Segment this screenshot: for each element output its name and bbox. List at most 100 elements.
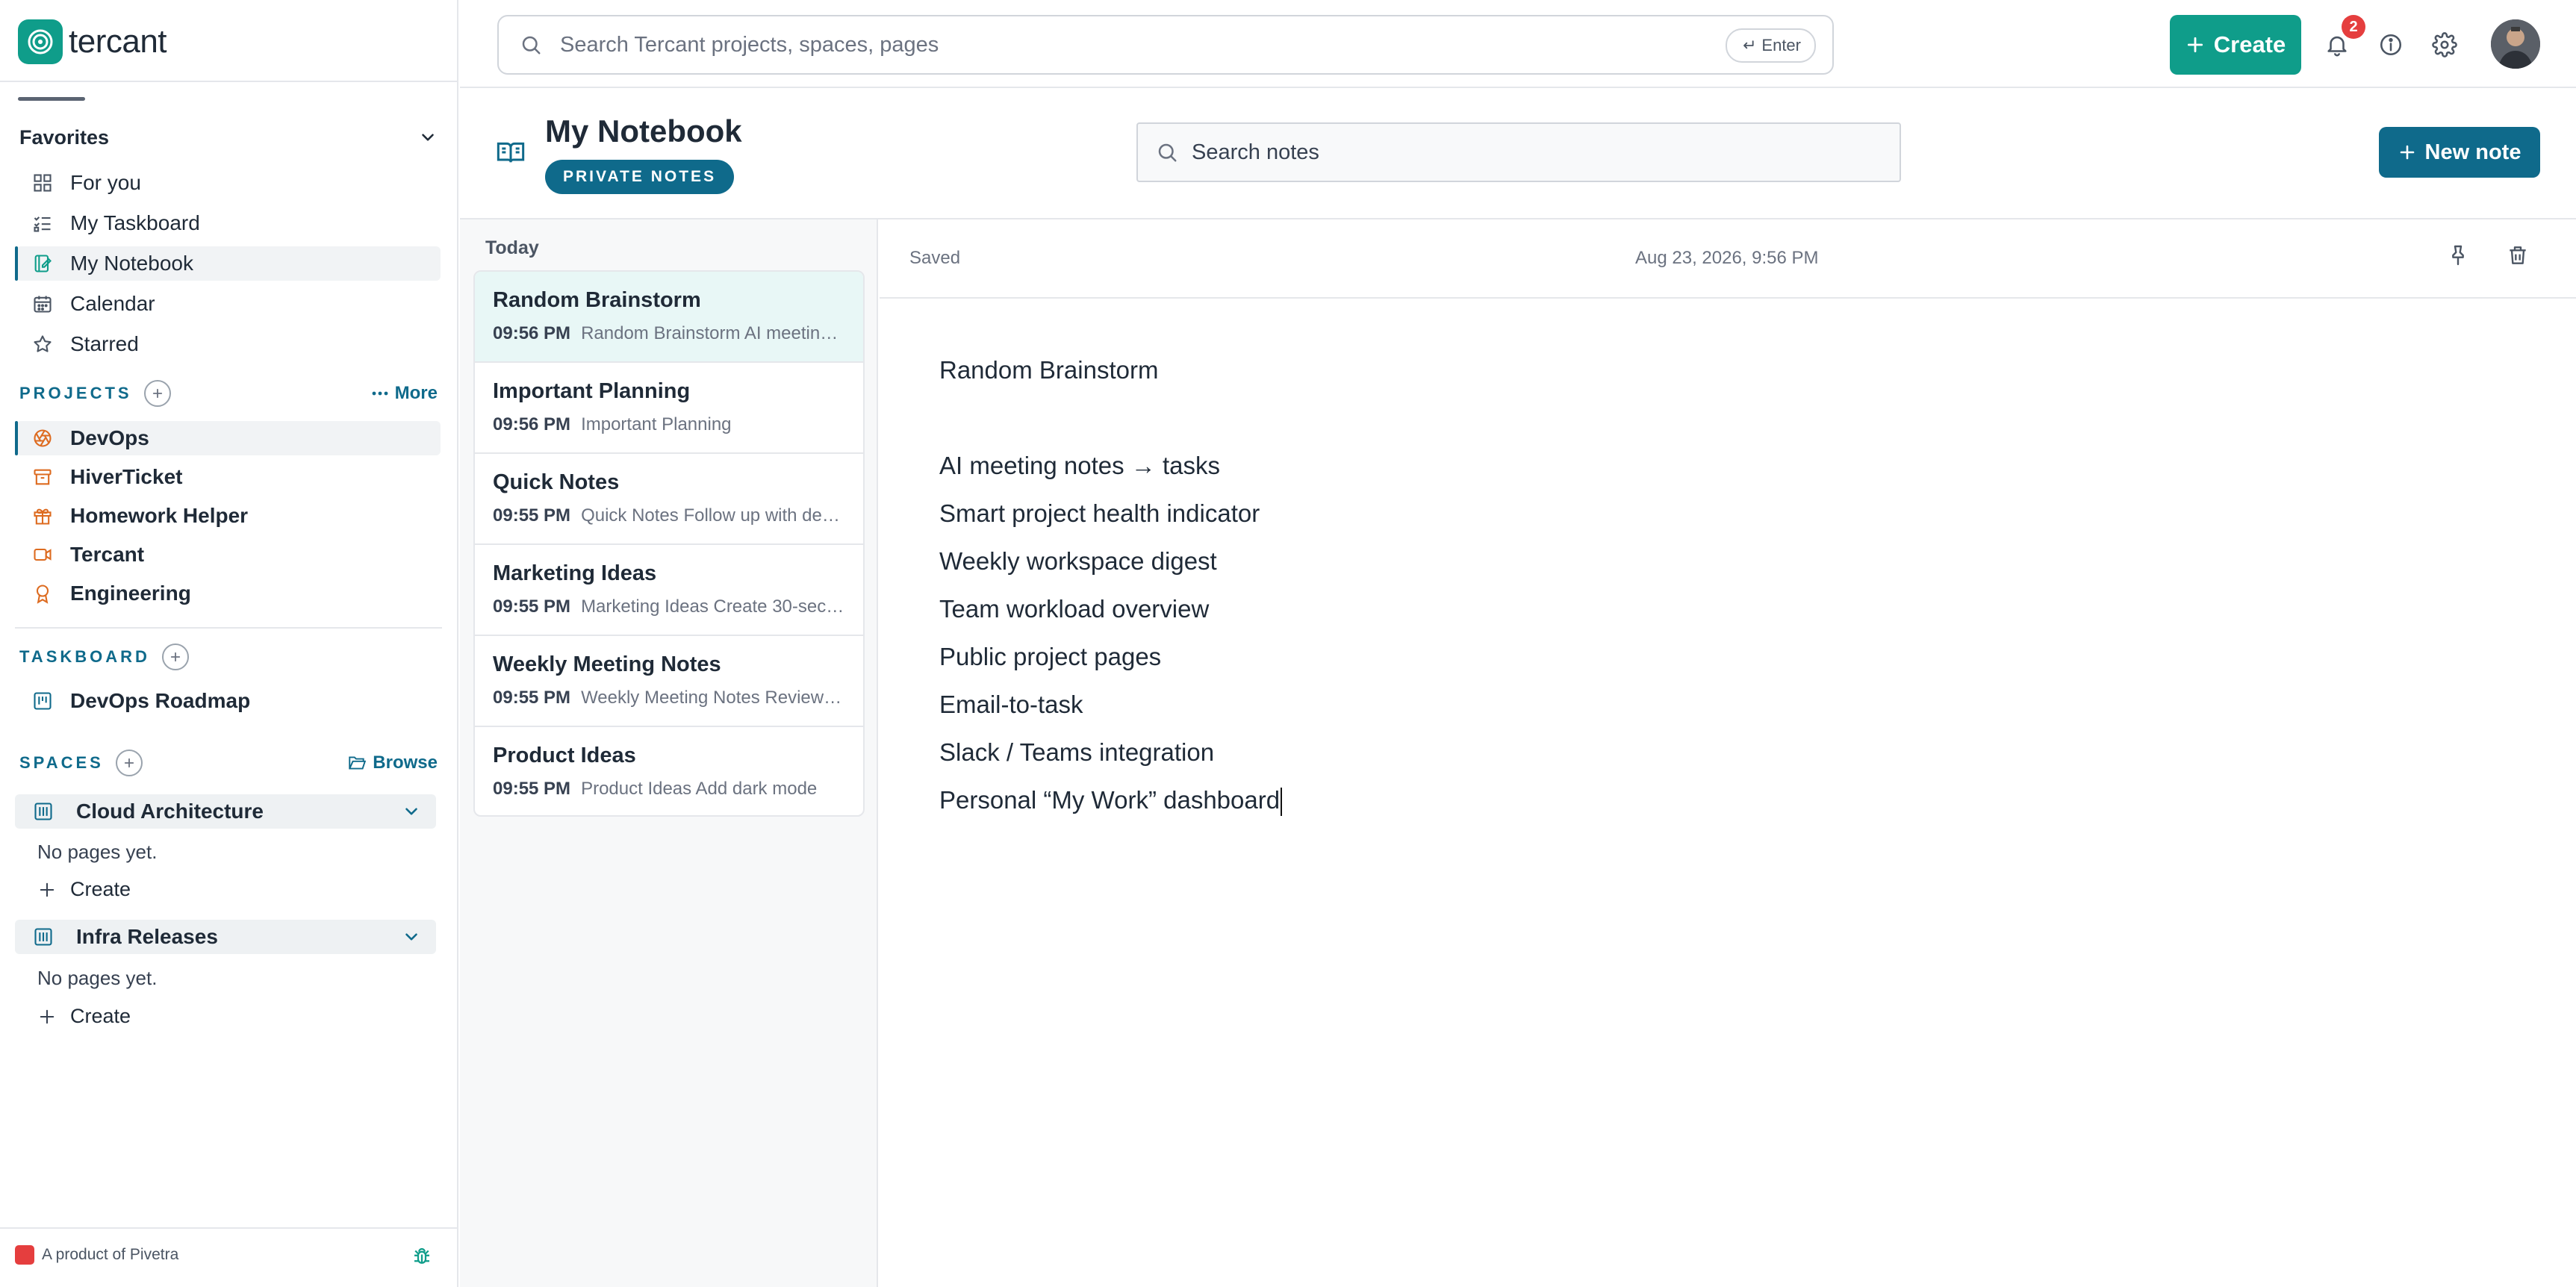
note-meta: 09:55 PM Product Ideas Add dark mode bbox=[493, 779, 845, 800]
create-label: Create bbox=[70, 1005, 131, 1027]
plus-icon bbox=[39, 882, 55, 898]
note-list-item[interactable]: Marketing Ideas 09:55 PM Marketing Ideas … bbox=[475, 545, 863, 636]
note-preview: Important Planning bbox=[581, 414, 732, 434]
folder-open-icon bbox=[347, 753, 367, 773]
add-taskboard-button[interactable] bbox=[161, 644, 189, 670]
note-title: Product Ideas bbox=[493, 744, 636, 767]
sidebar-item-calendar[interactable]: Calendar bbox=[16, 287, 441, 321]
notification-count-badge: 2 bbox=[2342, 15, 2365, 39]
award-icon bbox=[31, 582, 54, 605]
note-title: Marketing Ideas bbox=[493, 561, 657, 585]
global-search-input[interactable]: Search Tercant projects, spaces, pages E… bbox=[497, 15, 1834, 75]
projects-more-link[interactable]: More bbox=[371, 383, 438, 404]
private-notes-badge: PRIVATE NOTES bbox=[545, 160, 735, 194]
note-preview: Quick Notes Follow up with design bbox=[581, 505, 845, 526]
pivetra-logo-icon bbox=[15, 1245, 34, 1265]
sidebar-divider bbox=[0, 81, 457, 82]
help-button[interactable] bbox=[2374, 28, 2407, 61]
note-list-item[interactable]: Weekly Meeting Notes 09:55 PM Weekly Meet… bbox=[475, 636, 863, 727]
notes-list: Random Brainstorm 09:56 PM Random Brainst… bbox=[473, 270, 865, 817]
note-timestamp: Aug 23, 2026, 9:56 PM bbox=[1635, 248, 1819, 268]
trash-icon[interactable] bbox=[2506, 243, 2530, 267]
sidebar-item-starred[interactable]: Starred bbox=[16, 327, 441, 361]
notebook-icon bbox=[31, 252, 54, 275]
new-note-button[interactable]: New note bbox=[2379, 127, 2540, 178]
note-time: 09:55 PM bbox=[493, 779, 571, 799]
bug-report-icon[interactable] bbox=[411, 1245, 433, 1268]
favorites-header[interactable]: Favorites bbox=[19, 122, 438, 152]
pin-icon[interactable] bbox=[2446, 243, 2470, 267]
sidebar-item-devops-roadmap[interactable]: DevOps Roadmap bbox=[16, 684, 441, 718]
app-logo[interactable]: tercant bbox=[18, 19, 167, 64]
create-label: Create bbox=[2213, 31, 2286, 57]
space-label: Infra Releases bbox=[76, 925, 218, 948]
projects-more-label: More bbox=[394, 383, 438, 403]
spaces-title: SPACES bbox=[19, 753, 104, 772]
sidebar-item-label: For you bbox=[70, 171, 141, 194]
notes-group-label: Today bbox=[485, 237, 539, 258]
note-body-line: Email-to-task bbox=[939, 691, 1083, 718]
note-list-item[interactable]: Important Planning 09:56 PM Important Pla… bbox=[475, 363, 863, 454]
note-body-line: Smart project health indicator bbox=[939, 499, 1260, 527]
sidebar-item-label: Calendar bbox=[70, 292, 155, 315]
note-body-line: Team workload overview bbox=[939, 595, 1210, 623]
sidebar-item-label: DevOps bbox=[70, 426, 149, 449]
add-space-button[interactable] bbox=[115, 750, 143, 776]
note-time: 09:56 PM bbox=[493, 414, 571, 434]
sidebar-item-engineering[interactable]: Engineering bbox=[16, 576, 441, 611]
enter-hint: Enter bbox=[1726, 28, 1816, 63]
more-dots-icon bbox=[371, 390, 389, 396]
sidebar-footer-divider bbox=[0, 1227, 457, 1229]
spaces-browse-link[interactable]: Browse bbox=[347, 752, 438, 773]
logo-text: tercant bbox=[69, 23, 167, 60]
note-list-item[interactable]: Quick Notes 09:55 PM Quick Notes Follow u… bbox=[475, 454, 863, 545]
plus-icon bbox=[39, 1009, 55, 1025]
kanban-icon bbox=[31, 690, 54, 712]
create-button[interactable]: Create bbox=[2170, 15, 2301, 75]
space-label: Cloud Architecture bbox=[76, 800, 264, 823]
sidebar-item-homework-helper[interactable]: Homework Helper bbox=[16, 499, 441, 533]
chevron-down-icon[interactable] bbox=[402, 927, 421, 947]
chevron-down-icon[interactable] bbox=[418, 128, 438, 147]
add-project-button[interactable] bbox=[143, 380, 171, 407]
user-avatar[interactable] bbox=[2491, 19, 2540, 69]
space-infra-releases[interactable]: Infra Releases bbox=[15, 920, 436, 954]
space-cloud-architecture[interactable]: Cloud Architecture bbox=[15, 794, 436, 829]
sidebar-item-my-taskboard[interactable]: My Taskboard bbox=[16, 206, 441, 240]
new-note-label: New note bbox=[2424, 140, 2521, 164]
sidebar-item-devops[interactable]: DevOps bbox=[15, 421, 441, 455]
global-search-placeholder: Search Tercant projects, spaces, pages bbox=[560, 32, 939, 57]
open-book-icon bbox=[496, 137, 526, 167]
sidebar: tercant Favorites For you My Taskboard M… bbox=[0, 0, 458, 1287]
note-title: Random Brainstorm bbox=[493, 288, 701, 312]
note-meta: 09:56 PM Important Planning bbox=[493, 414, 845, 435]
plus-icon bbox=[2398, 143, 2416, 161]
spaces-browse-label: Browse bbox=[373, 752, 438, 773]
sidebar-item-my-notebook[interactable]: My Notebook bbox=[15, 246, 441, 281]
note-list-item[interactable]: Product Ideas 09:55 PM Product Ideas Add … bbox=[475, 727, 863, 815]
sidebar-item-tercant[interactable]: Tercant bbox=[16, 537, 441, 572]
space-create-page-button[interactable]: Create bbox=[39, 1005, 131, 1028]
note-title: Important Planning bbox=[493, 379, 691, 403]
note-meta: 09:55 PM Marketing Ideas Create 30-second bbox=[493, 596, 845, 617]
sidebar-item-label: Tercant bbox=[70, 543, 145, 566]
chevron-down-icon[interactable] bbox=[402, 802, 421, 821]
note-body-line: Weekly workspace digest bbox=[939, 547, 1217, 575]
space-create-page-button[interactable]: Create bbox=[39, 878, 131, 901]
editor-toolbar-divider bbox=[880, 297, 2576, 299]
note-title: Weekly Meeting Notes bbox=[493, 652, 721, 676]
spaces-header: SPACES Browse bbox=[19, 747, 438, 779]
note-list-item[interactable]: Random Brainstorm 09:56 PM Random Brainst… bbox=[475, 272, 863, 363]
gift-icon bbox=[31, 505, 54, 527]
notes-search-input[interactable]: Search notes bbox=[1136, 122, 1901, 182]
note-editor[interactable]: Random Brainstorm AI meeting notes → tas… bbox=[939, 354, 1283, 832]
note-body-last-line: Personal “My Work” dashboard bbox=[939, 784, 1283, 832]
return-icon bbox=[1740, 38, 1755, 53]
archive-icon bbox=[31, 466, 54, 488]
settings-button[interactable] bbox=[2428, 28, 2461, 61]
tercant-logo-icon bbox=[18, 19, 63, 64]
checklist-icon bbox=[31, 212, 54, 234]
sidebar-item-hiverticket[interactable]: HiverTicket bbox=[16, 460, 441, 494]
sidebar-item-for-you[interactable]: For you bbox=[16, 166, 441, 200]
page-title: My Notebook bbox=[545, 113, 742, 149]
